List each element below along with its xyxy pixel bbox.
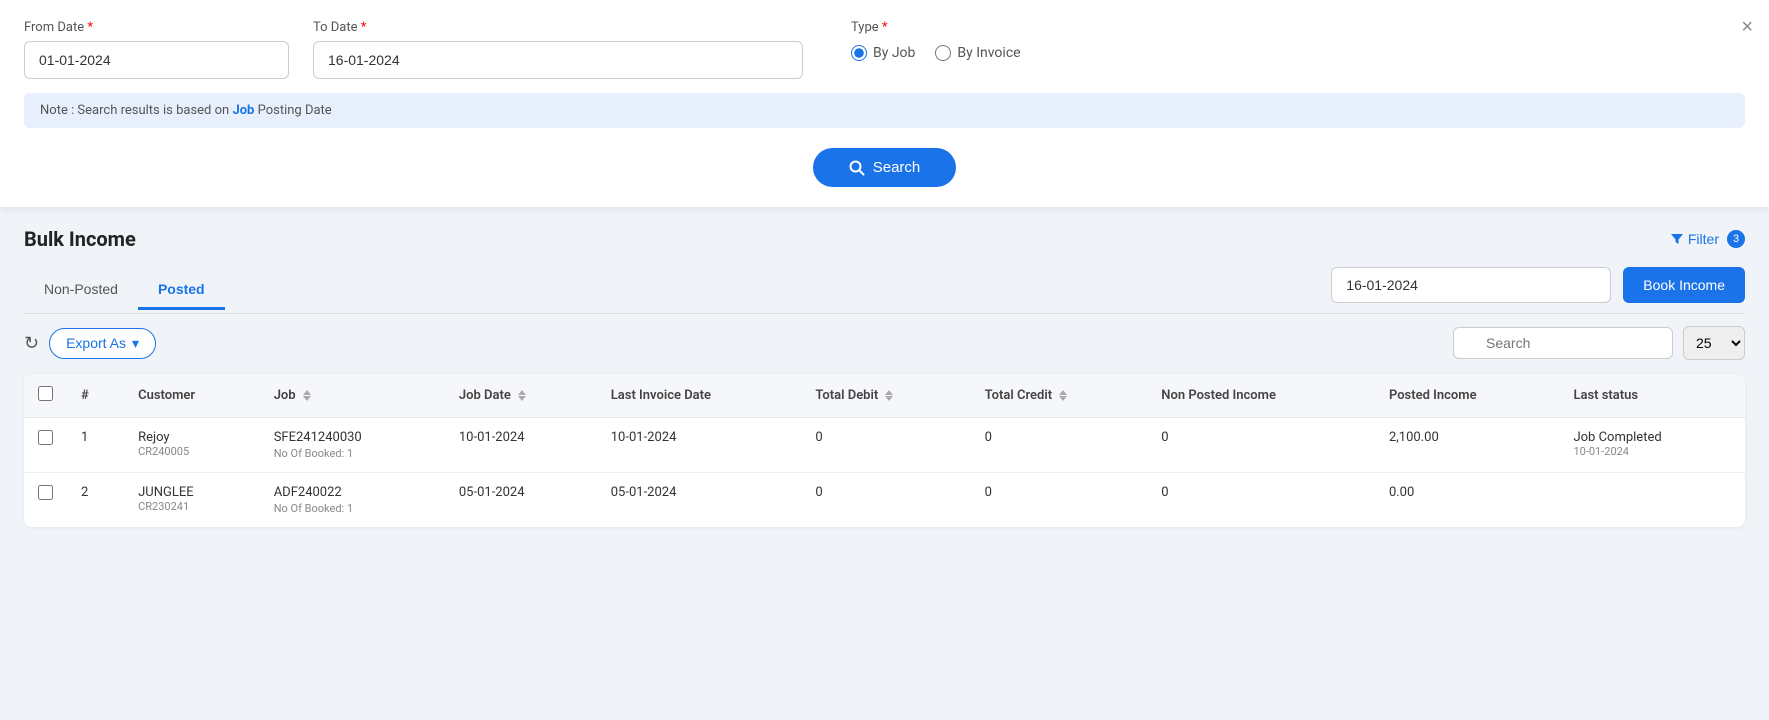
book-income-date-input[interactable] xyxy=(1331,267,1611,303)
main-table: # Customer Job Job Date Last Invoice Dat… xyxy=(24,374,1745,527)
select-all-checkbox[interactable] xyxy=(38,386,53,401)
cell-num: 2 xyxy=(67,473,124,528)
export-button[interactable]: Export As ▾ xyxy=(49,328,156,359)
book-income-row: Book Income xyxy=(1331,267,1745,313)
cell-non-posted-income: 0 xyxy=(1147,473,1375,528)
close-button[interactable]: × xyxy=(1741,16,1753,39)
tab-non-posted[interactable]: Non-Posted xyxy=(24,271,138,310)
to-date-label: To Date * xyxy=(313,20,803,35)
top-panel: × From Date * To Date * Type * xyxy=(0,0,1769,207)
main-content: Bulk Income Filter 3 Non-Posted Posted B… xyxy=(0,207,1769,547)
table-row: 2 JUNGLEE CR230241 ADF240022 No Of Booke… xyxy=(24,473,1745,528)
cell-checkbox xyxy=(24,418,67,473)
total-debit-sort-icon xyxy=(885,390,893,401)
cell-last-invoice-date: 05-01-2024 xyxy=(597,473,802,528)
th-job-date: Job Date xyxy=(445,374,597,418)
type-group: Type * By Job By Invoice xyxy=(851,20,1021,61)
cell-non-posted-income: 0 xyxy=(1147,418,1375,473)
from-date-group: From Date * xyxy=(24,20,289,79)
cell-job-date: 05-01-2024 xyxy=(445,473,597,528)
job-date-sort-icon xyxy=(518,390,526,401)
cell-total-debit: 0 xyxy=(801,473,970,528)
cell-total-debit: 0 xyxy=(801,418,970,473)
cell-customer: JUNGLEE CR230241 xyxy=(124,473,260,528)
search-button[interactable]: Search xyxy=(813,148,957,187)
th-checkbox xyxy=(24,374,67,418)
by-job-radio-label[interactable]: By Job xyxy=(851,45,915,61)
filter-icon xyxy=(1670,232,1684,246)
bulk-income-header: Bulk Income Filter 3 xyxy=(24,227,1745,251)
chevron-down-icon: ▾ xyxy=(132,335,139,352)
th-non-posted-income: Non Posted Income xyxy=(1147,374,1375,418)
row-checkbox[interactable] xyxy=(38,485,53,500)
toolbar-row: ↻ Export As ▾ 25 50 100 xyxy=(24,326,1745,360)
toolbar-right: 25 50 100 xyxy=(1453,326,1745,360)
from-date-label: From Date * xyxy=(24,20,289,35)
th-posted-income: Posted Income xyxy=(1375,374,1560,418)
cell-posted-income: 0.00 xyxy=(1375,473,1560,528)
page-size-select[interactable]: 25 50 100 xyxy=(1683,326,1745,360)
cell-job: SFE241240030 No Of Booked: 1 xyxy=(260,418,445,473)
table-row: 1 Rejoy CR240005 SFE241240030 No Of Book… xyxy=(24,418,1745,473)
cell-last-status: Job Completed 10-01-2024 xyxy=(1559,418,1745,473)
cell-posted-income: 2,100.00 xyxy=(1375,418,1560,473)
cell-total-credit: 0 xyxy=(971,473,1148,528)
filter-button[interactable]: Filter 3 xyxy=(1670,230,1745,248)
cell-num: 1 xyxy=(67,418,124,473)
total-credit-sort-icon xyxy=(1059,390,1067,401)
by-invoice-radio-label[interactable]: By Invoice xyxy=(935,45,1020,61)
by-job-radio[interactable] xyxy=(851,45,867,61)
toolbar-left: ↻ Export As ▾ xyxy=(24,328,156,359)
table-search-input[interactable] xyxy=(1453,327,1673,359)
search-icon xyxy=(849,160,865,176)
table-search-wrapper xyxy=(1453,327,1673,359)
cell-checkbox xyxy=(24,473,67,528)
from-date-input[interactable] xyxy=(24,41,289,79)
note-bar: Note : Search results is based on Job Po… xyxy=(24,93,1745,128)
row-checkbox[interactable] xyxy=(38,430,53,445)
tabs: Non-Posted Posted xyxy=(24,271,225,310)
th-last-invoice-date: Last Invoice Date xyxy=(597,374,802,418)
tab-posted[interactable]: Posted xyxy=(138,271,225,310)
th-total-credit: Total Credit xyxy=(971,374,1148,418)
cell-total-credit: 0 xyxy=(971,418,1148,473)
type-label: Type * xyxy=(851,20,1021,35)
to-date-input[interactable] xyxy=(313,41,803,79)
th-customer: Customer xyxy=(124,374,260,418)
th-last-status: Last status xyxy=(1559,374,1745,418)
cell-last-status xyxy=(1559,473,1745,528)
th-job: Job xyxy=(260,374,445,418)
th-total-debit: Total Debit xyxy=(801,374,970,418)
to-date-group: To Date * xyxy=(313,20,803,79)
th-num: # xyxy=(67,374,124,418)
tabs-and-book-row: Non-Posted Posted Book Income xyxy=(24,267,1745,314)
cell-customer: Rejoy CR240005 xyxy=(124,418,260,473)
cell-last-invoice-date: 10-01-2024 xyxy=(597,418,802,473)
page-title: Bulk Income xyxy=(24,227,136,251)
book-income-button[interactable]: Book Income xyxy=(1623,267,1745,303)
job-sort-icon xyxy=(303,390,311,401)
refresh-button[interactable]: ↻ xyxy=(24,333,39,354)
by-invoice-radio[interactable] xyxy=(935,45,951,61)
cell-job: ADF240022 No Of Booked: 1 xyxy=(260,473,445,528)
cell-job-date: 10-01-2024 xyxy=(445,418,597,473)
